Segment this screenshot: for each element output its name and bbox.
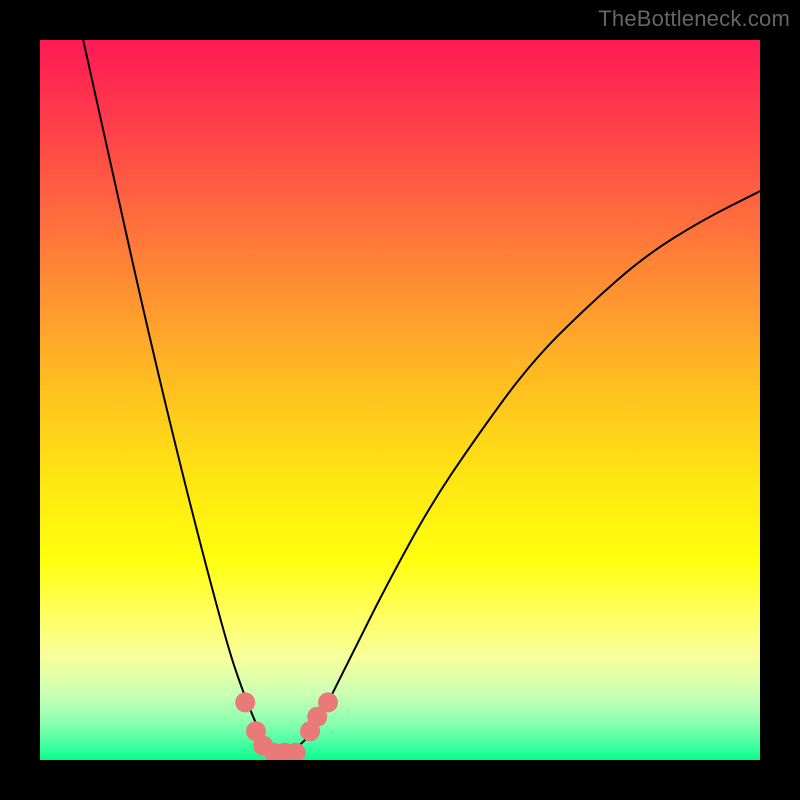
- curve-overlay: [40, 40, 760, 760]
- marker-layer: [235, 692, 338, 760]
- watermark-text: TheBottleneck.com: [598, 6, 790, 32]
- plot-area: [40, 40, 760, 760]
- chart-frame: TheBottleneck.com: [0, 0, 800, 800]
- highlight-dot: [318, 692, 338, 712]
- bottleneck-curve: [83, 40, 760, 753]
- highlight-dot: [235, 692, 255, 712]
